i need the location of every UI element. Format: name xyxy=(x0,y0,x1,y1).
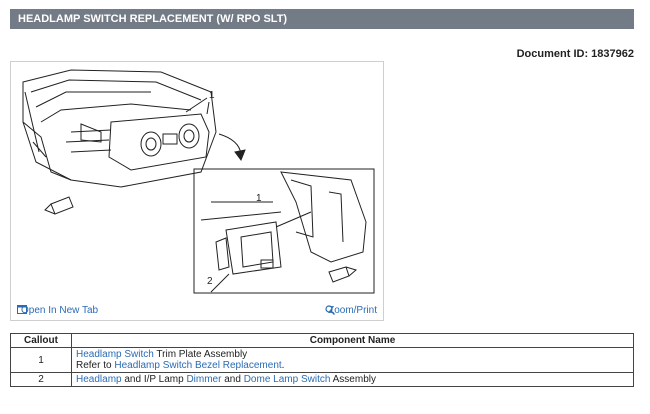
document-id: Document ID: 1837962 xyxy=(517,48,634,60)
table-row: 1 Headlamp Switch Trim Plate Assembly Re… xyxy=(10,347,634,373)
inset-callout-1-label: 1 xyxy=(256,193,262,204)
component-name-cell: Headlamp and I/P Lamp Dimmer and Dome La… xyxy=(71,372,634,387)
inset-callout-2-label: 2 xyxy=(207,276,213,287)
callout-cell: 1 xyxy=(10,347,72,373)
open-in-new-tab-label: Open In New Tab xyxy=(21,305,99,316)
figure-panel: 1 1 2 Open In New Tab Zoom/Print xyxy=(10,61,384,321)
headlamp-switch-link[interactable]: Headlamp Switch xyxy=(76,349,154,360)
component-name-cell: Headlamp Switch Trim Plate Assembly Refe… xyxy=(71,347,634,373)
table-row: 2 Headlamp and I/P Lamp Dimmer and Dome … xyxy=(10,372,634,387)
component-name-column-header: Component Name xyxy=(71,333,634,348)
document-id-value: 1837962 xyxy=(591,48,634,60)
component-text: and I/P Lamp xyxy=(121,374,187,385)
headlamp-link[interactable]: Headlamp xyxy=(76,374,122,385)
component-text: and xyxy=(221,374,244,385)
page-title: HEADLAMP SWITCH REPLACEMENT (W/ RPO SLT) xyxy=(10,9,634,29)
callout-cell: 2 xyxy=(10,372,72,387)
callout-1-label: 1 xyxy=(209,90,215,101)
reference-prefix: Refer to xyxy=(76,360,115,371)
reference-line: Refer to Headlamp Switch Bezel Replaceme… xyxy=(76,360,629,371)
dimmer-link[interactable]: Dimmer xyxy=(186,374,221,385)
open-in-new-tab-link[interactable]: Open In New Tab xyxy=(17,305,98,316)
document-id-label: Document ID: xyxy=(516,48,589,60)
headlamp-switch-illustration: 1 1 2 xyxy=(22,69,375,294)
component-table: Callout Component Name 1 Headlamp Switch… xyxy=(10,333,634,387)
zoom-print-label: Zoom/Print xyxy=(328,305,377,316)
callout-column-header: Callout xyxy=(10,333,72,348)
table-header-row: Callout Component Name xyxy=(10,333,634,348)
figure-footer: Open In New Tab Zoom/Print xyxy=(11,300,383,320)
dome-lamp-switch-link[interactable]: Dome Lamp Switch xyxy=(244,374,331,385)
bezel-replacement-link[interactable]: Headlamp Switch Bezel Replacement xyxy=(114,360,281,371)
component-text: Trim Plate Assembly xyxy=(153,349,248,360)
component-text: Assembly xyxy=(330,374,376,385)
component-line: Headlamp Switch Trim Plate Assembly xyxy=(76,349,629,360)
zoom-print-link[interactable]: Zoom/Print xyxy=(325,305,377,316)
reference-suffix: . xyxy=(281,360,285,371)
